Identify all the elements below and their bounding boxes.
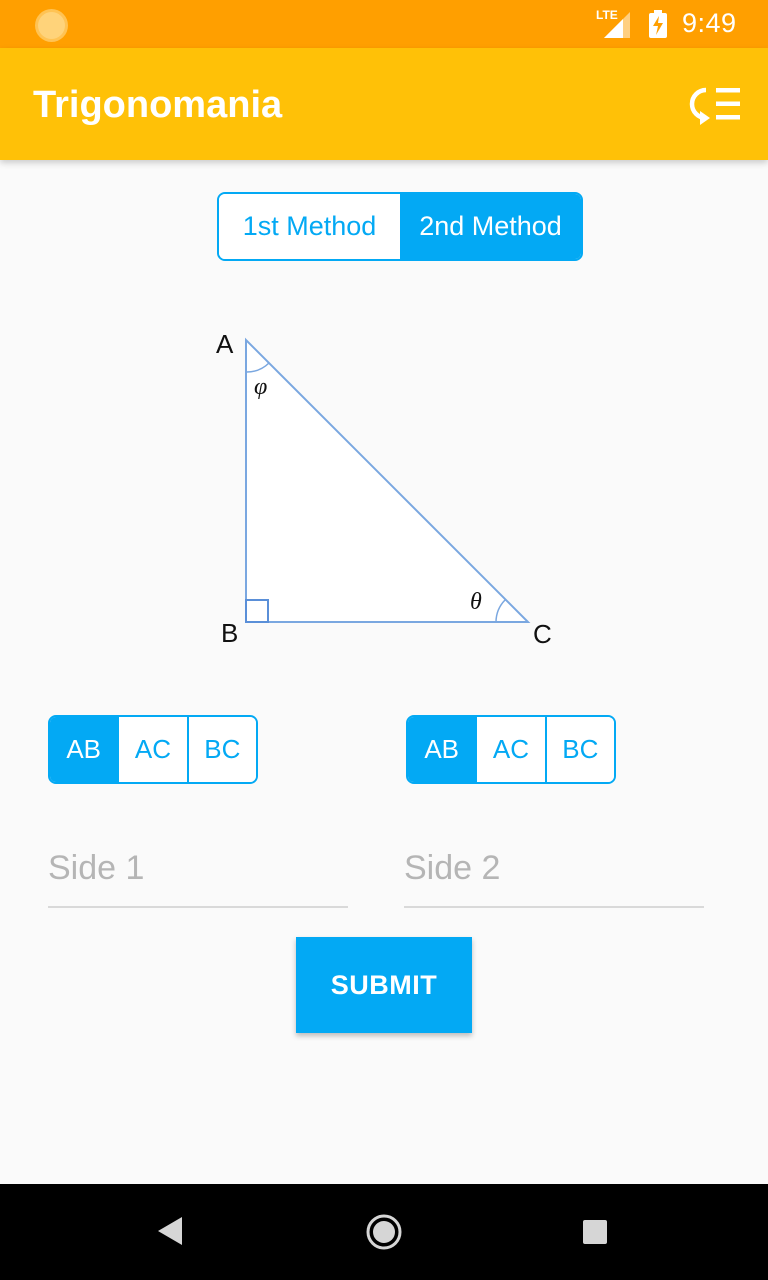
triangle-diagram: A B C φ θ [216,329,552,649]
triangle-shape [245,337,531,623]
side-1-option-ab[interactable]: AB [50,717,118,782]
vertex-label-c: C [533,619,552,649]
weather-icon [38,12,65,39]
side-1-input[interactable] [48,840,348,896]
side-2-selector: AB AC BC [406,715,616,784]
vertex-label-a: A [216,329,234,359]
angle-label-phi: φ [254,374,267,400]
side-1-option-bc[interactable]: BC [186,717,256,782]
history-list-icon[interactable] [680,80,744,128]
method-1-tab[interactable]: 1st Method [219,194,400,259]
side-2-option-bc[interactable]: BC [544,717,614,782]
home-icon[interactable] [364,1212,404,1252]
lte-signal-icon [604,12,630,38]
method-2-tab[interactable]: 2nd Method [400,194,581,259]
side-1-selector: AB AC BC [48,715,258,784]
status-bar: LTE 9:49 [0,0,768,48]
side-2-input[interactable] [404,840,704,896]
side-1-field [48,830,348,908]
nav-bar [0,1184,768,1280]
angle-label-theta: θ [470,589,482,615]
side-2-option-ab[interactable]: AB [408,717,476,782]
side-1-option-ac[interactable]: AC [117,717,187,782]
submit-button[interactable]: SUBMIT [296,937,472,1033]
side-2-field [404,830,704,908]
side-2-option-ac[interactable]: AC [475,717,545,782]
back-icon[interactable] [156,1215,186,1247]
recents-icon[interactable] [581,1218,609,1246]
app-bar: Trigonomania [0,48,768,160]
battery-charging-icon [649,10,667,38]
method-toggle: 1st Method 2nd Method [217,192,583,261]
clock: 9:49 [682,8,737,38]
vertex-label-b: B [221,618,238,648]
app-title: Trigonomania [33,84,283,126]
